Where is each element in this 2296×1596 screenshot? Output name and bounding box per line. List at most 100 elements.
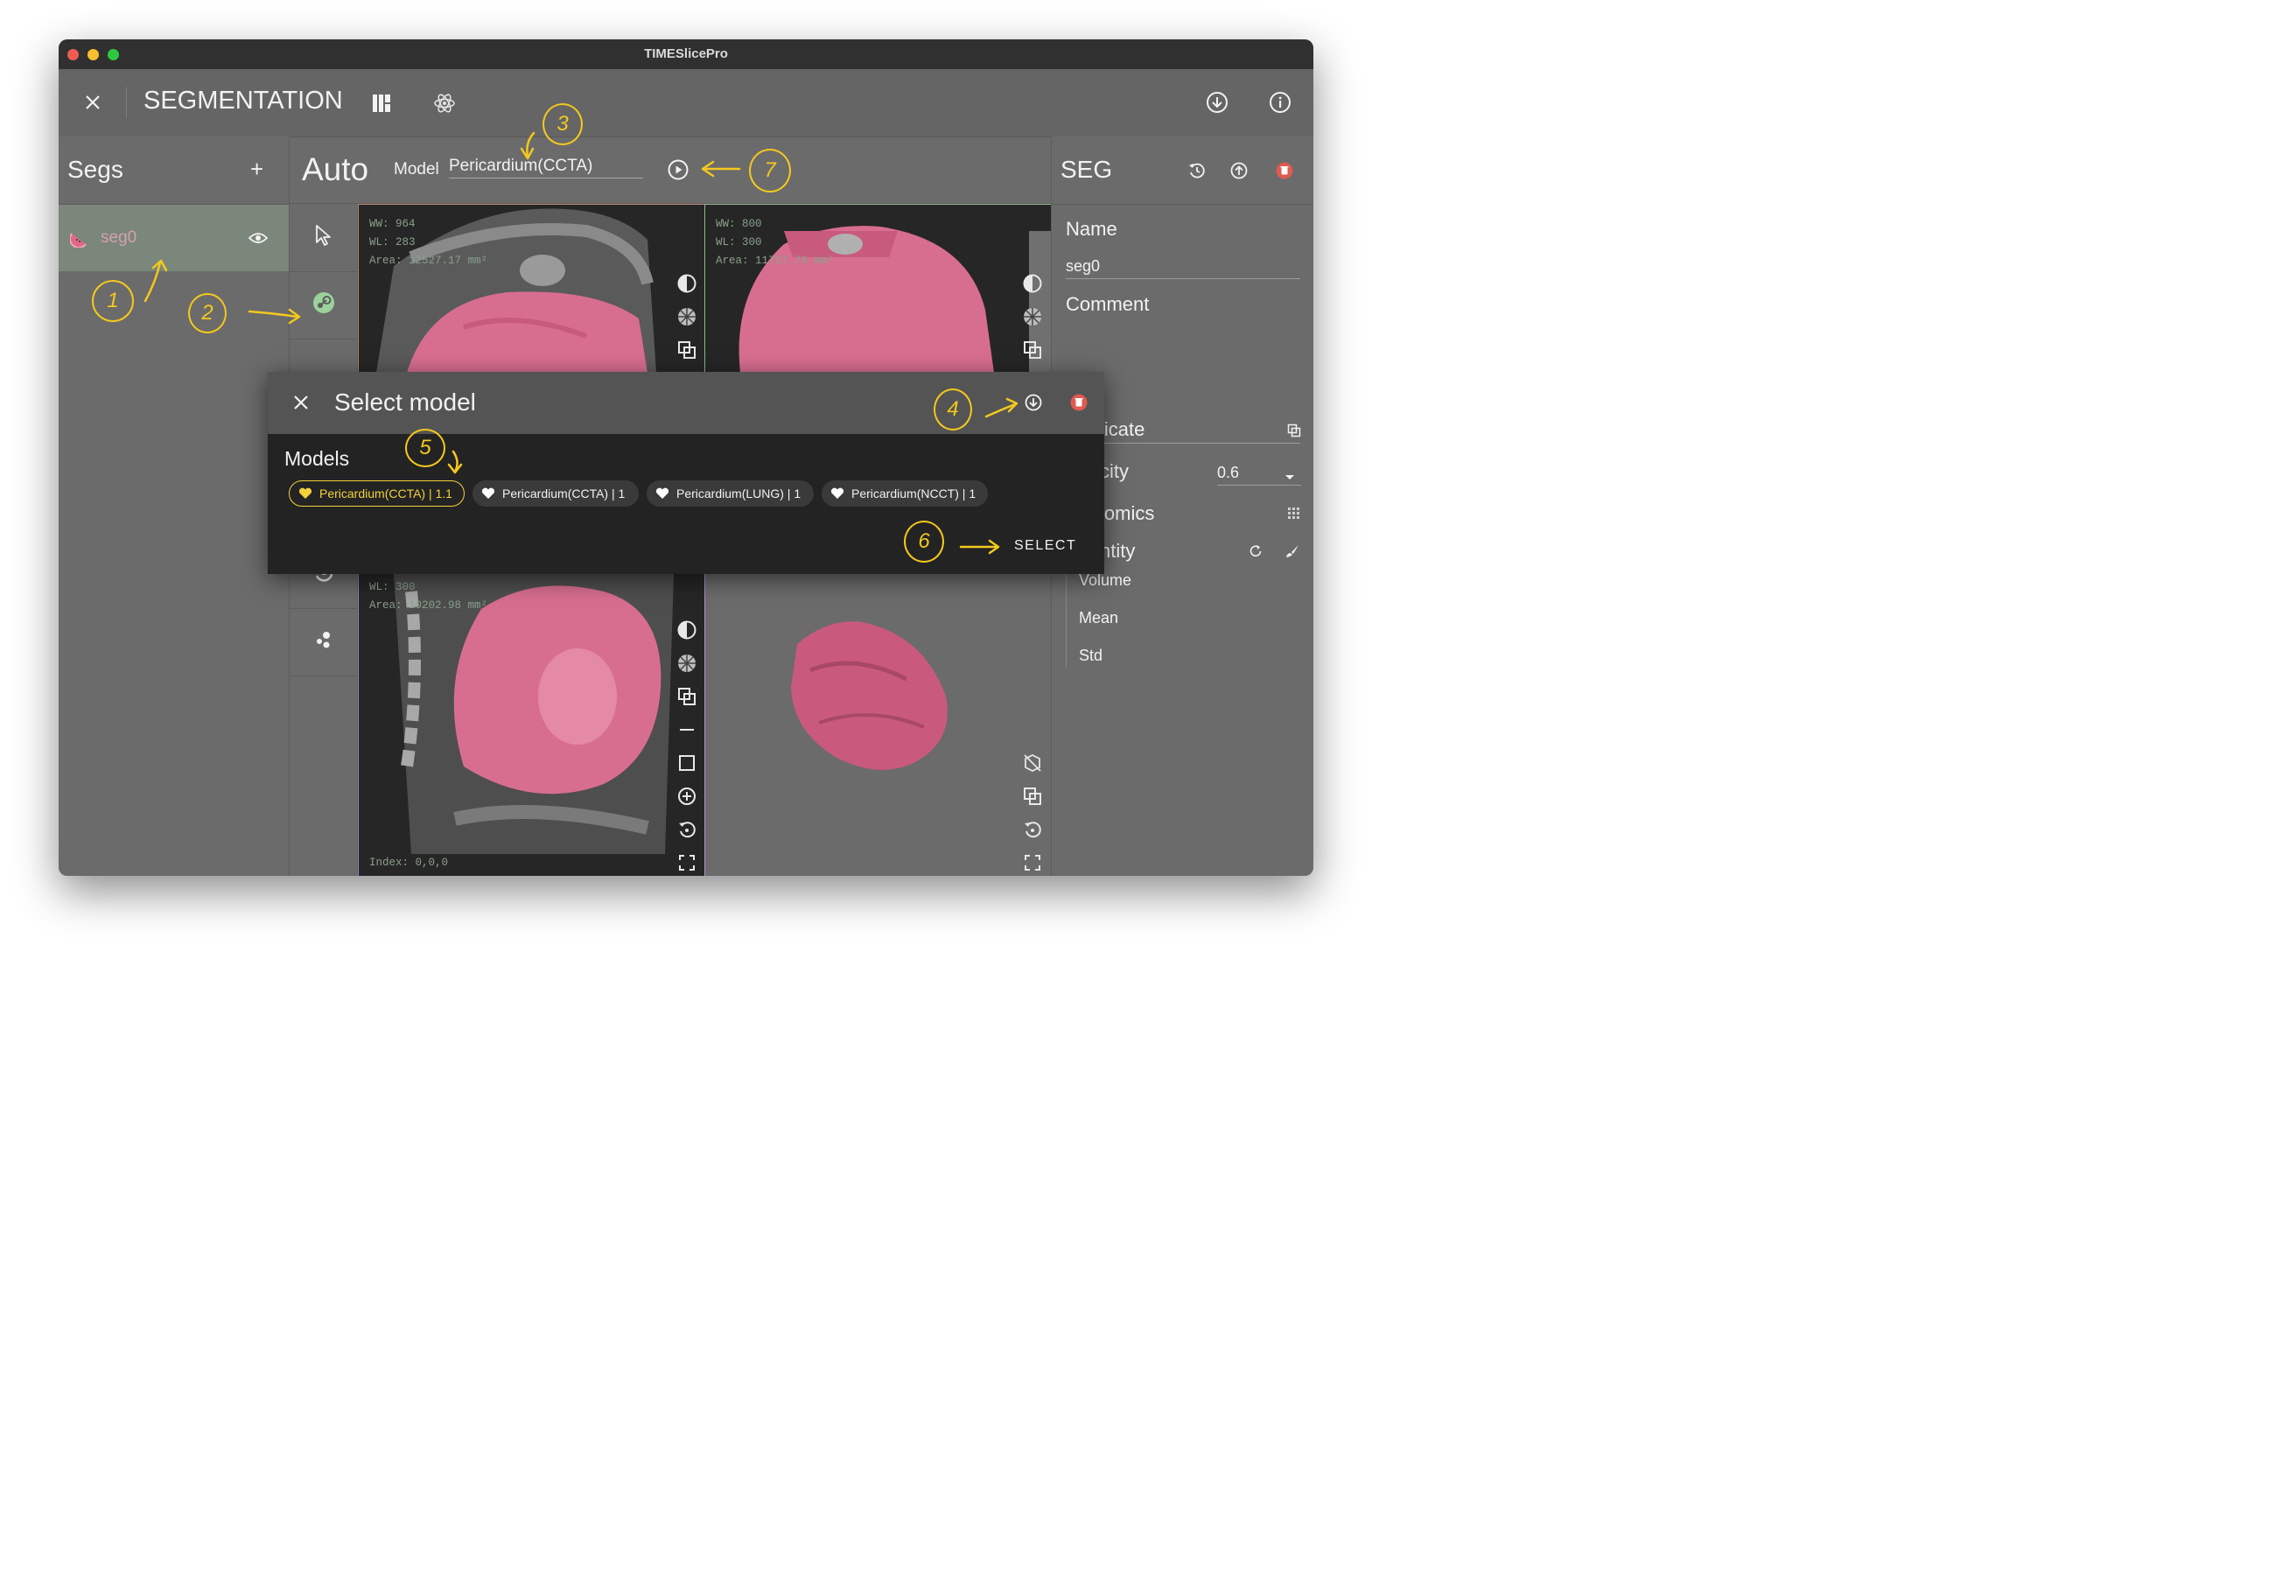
checker-icon[interactable] — [1022, 306, 1043, 327]
close-icon[interactable] — [290, 391, 312, 414]
seg-list-item[interactable]: seg0 — [59, 205, 289, 271]
index-readout: Index: 0,0,0 — [369, 857, 449, 869]
heart-icon — [481, 487, 495, 499]
duplicate-label: licate — [1100, 418, 1145, 440]
fullscreen-icon[interactable] — [676, 852, 697, 873]
segs-title: Segs — [67, 156, 123, 183]
volume-label: Volume — [1079, 571, 1132, 589]
viewport-coronal[interactable]: WL: 300 Area: 10202.98 mm² Index: 0,0,0 — [358, 573, 705, 876]
cursor-icon — [314, 224, 333, 251]
cube-hidden-icon[interactable] — [1022, 752, 1043, 774]
divider — [126, 87, 127, 118]
quantity-label: ntity — [1100, 540, 1136, 562]
auto-model-tool[interactable] — [290, 271, 357, 340]
history-icon[interactable] — [1186, 159, 1208, 182]
wl-readout: WL: 283 — [369, 236, 416, 248]
annotation-badge: 3 — [542, 103, 583, 145]
area-readout: Area: 10202.98 mm² — [369, 599, 488, 612]
layers-icon[interactable] — [676, 686, 697, 707]
trash-icon[interactable] — [1273, 159, 1296, 182]
square-icon[interactable] — [676, 752, 697, 774]
eye-icon[interactable] — [247, 228, 270, 248]
viewport-axial[interactable]: WW: 964 WL: 283 Area: 12527.17 mm² — [358, 204, 705, 374]
refresh-icon[interactable] — [1246, 542, 1265, 561]
layers-icon[interactable] — [676, 340, 697, 360]
annotation-badge: 4 — [934, 388, 972, 430]
select-button[interactable]: SELECT — [1014, 538, 1076, 554]
annotation-badge: 2 — [188, 293, 227, 333]
name-field[interactable]: seg0 — [1066, 257, 1300, 279]
app-bar: SEGMENTATION — [59, 69, 1313, 137]
heart-icon — [830, 487, 844, 499]
models-label: Models — [284, 447, 350, 470]
radiomics-label: iomics — [1100, 502, 1155, 524]
comment-label: Comment — [1066, 293, 1150, 315]
brush-icon[interactable] — [1283, 542, 1302, 561]
points-tool[interactable] — [290, 608, 357, 676]
std-label: Std — [1079, 647, 1103, 664]
upload-icon[interactable] — [1228, 159, 1250, 182]
contrast-icon[interactable] — [676, 620, 697, 640]
3d-render-image — [791, 621, 948, 770]
reset-icon[interactable] — [676, 819, 697, 840]
model-chip-selected[interactable]: Pericardium(CCTA) | 1.1 — [289, 480, 465, 507]
page-title: SEGMENTATION — [144, 87, 343, 115]
mean-label: Mean — [1079, 609, 1119, 626]
contrast-icon[interactable] — [676, 273, 697, 294]
close-icon[interactable] — [80, 89, 106, 116]
wl-readout: WL: 300 — [716, 236, 762, 248]
dialog-header: Select model — [268, 372, 1104, 434]
layout-icon[interactable] — [368, 90, 395, 116]
cursor-tool[interactable] — [290, 204, 357, 272]
checker-icon[interactable] — [676, 653, 697, 674]
download-icon[interactable] — [1203, 88, 1231, 116]
layers-icon[interactable] — [1022, 786, 1043, 807]
opacity-select[interactable]: 0.6 — [1217, 462, 1301, 486]
model-chip-label: Pericardium(CCTA) | 1.1 — [319, 486, 452, 500]
trash-icon[interactable] — [1069, 393, 1088, 412]
chevron-down-icon — [1284, 470, 1295, 486]
name-label: Name — [1066, 218, 1117, 240]
model-chip-label: Pericardium(NCCT) | 1 — [851, 486, 976, 500]
annotation-badge: 5 — [405, 429, 445, 467]
checker-icon[interactable] — [676, 306, 697, 327]
atom-icon[interactable] — [431, 90, 458, 116]
model-label: Model — [394, 160, 439, 178]
copy-icon[interactable] — [1284, 421, 1304, 440]
window-title: TIMESlicePro — [644, 46, 728, 61]
ww-readout: WW: 964 — [369, 218, 416, 230]
seg-item-label: seg0 — [101, 228, 137, 247]
area-readout: Area: 12527.17 mm² — [369, 255, 488, 267]
model-chip[interactable]: Pericardium(NCCT) | 1 — [822, 480, 988, 507]
divider — [1066, 563, 1067, 668]
layers-icon[interactable] — [1022, 340, 1043, 360]
minus-icon[interactable] — [676, 719, 697, 740]
annotation-badge: 7 — [749, 149, 791, 192]
watermelon-icon — [69, 228, 90, 248]
model-chip[interactable]: Pericardium(CCTA) | 1 — [472, 480, 639, 507]
heart-icon — [655, 487, 669, 499]
reset-icon[interactable] — [1022, 819, 1043, 840]
viewport-3d[interactable] — [704, 573, 1052, 876]
model-chip-label: Pericardium(LUNG) | 1 — [676, 486, 802, 500]
viewport-sagittal[interactable]: WW: 800 WL: 300 Area: 11757.78 mm² — [704, 204, 1052, 374]
heart-icon — [298, 487, 312, 499]
model-field[interactable]: Pericardium(CCTA) — [449, 157, 643, 178]
add-seg-button[interactable]: + — [250, 156, 263, 183]
model-chip[interactable]: Pericardium(LUNG) | 1 — [647, 480, 814, 507]
annotation-badge: 1 — [92, 280, 134, 322]
divider — [1052, 204, 1313, 205]
contrast-icon[interactable] — [1022, 273, 1043, 294]
titlebar: TIMESlicePro — [59, 39, 1313, 69]
wl-readout: WL: 300 — [369, 581, 416, 593]
segs-panel: Segs + seg0 — [59, 136, 290, 876]
play-icon[interactable] — [666, 158, 690, 182]
zoom-in-icon[interactable] — [676, 786, 697, 807]
grid-icon[interactable] — [1284, 504, 1304, 523]
steam-icon — [312, 291, 335, 318]
fullscreen-icon[interactable] — [1022, 852, 1043, 873]
info-icon[interactable] — [1266, 88, 1294, 116]
model-chip-label: Pericardium(CCTA) | 1 — [502, 486, 626, 500]
area-readout: Area: 11757.78 mm² — [716, 255, 835, 267]
download-icon[interactable] — [1024, 393, 1043, 412]
